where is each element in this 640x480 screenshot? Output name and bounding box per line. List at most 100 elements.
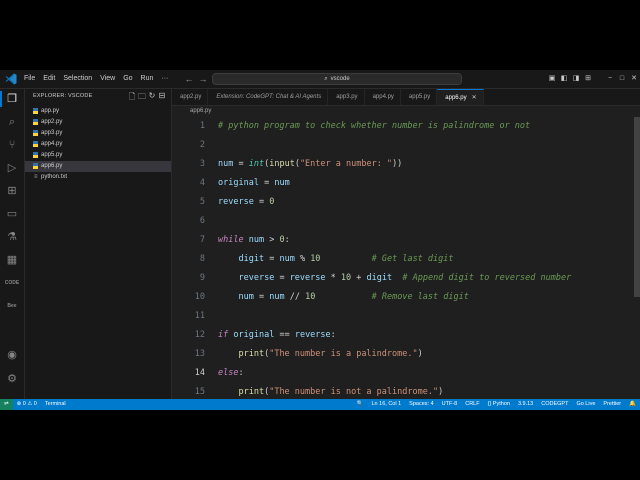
line-ending[interactable]: CRLF xyxy=(461,399,483,410)
toggle-secondary-sidebar-icon[interactable]: ◨ xyxy=(570,70,582,88)
status-bar: ⇌ ⊗ 0 ⚠ 0 Terminal 🔍 Ln 16, Col 1 Spaces… xyxy=(0,399,640,410)
code-line: 14 else: xyxy=(172,364,636,383)
encoding[interactable]: UTF-8 xyxy=(438,399,462,410)
manage-icon[interactable]: ⚙ xyxy=(4,371,20,387)
python-file-icon xyxy=(33,130,38,136)
breadcrumb[interactable]: app6.py xyxy=(190,106,211,116)
code-line: 15 print("The number is not a palindrome… xyxy=(172,383,636,398)
file-item-python-txt[interactable]: ≡ python.txt xyxy=(25,172,171,183)
extensions-icon[interactable]: ⊞ xyxy=(4,183,20,199)
line-number: 15 xyxy=(194,387,205,397)
file-list: app.py app2.py app3.py app4.py app5.py a… xyxy=(25,106,171,183)
problems-indicator[interactable]: ⊗ 0 ⚠ 0 xyxy=(13,399,41,410)
line-number: 10 xyxy=(194,292,205,302)
python-file-icon xyxy=(33,163,38,169)
file-name: app.py xyxy=(41,108,60,114)
menu-run[interactable]: Run xyxy=(137,70,158,88)
customize-layout-icon[interactable]: ⊞ xyxy=(582,70,594,88)
zoom-icon[interactable]: 🔍 xyxy=(353,399,368,410)
codegpt-icon[interactable]: CODE xyxy=(4,275,20,291)
chat-icon[interactable]: Bee xyxy=(4,298,20,314)
back-arrow-icon[interactable]: ← xyxy=(182,70,196,88)
menu-selection[interactable]: Selection xyxy=(59,70,96,88)
code-line: 3 num = int(input("Enter a number: ")) xyxy=(172,155,636,174)
explorer-sidebar: EXPLORER: VSCODE 🗋 🗀 ↻ ⊟ app.py app2.py … xyxy=(25,89,172,399)
file-item-app6-py[interactable]: app6.py xyxy=(25,161,171,172)
forward-arrow-icon[interactable]: → xyxy=(196,70,210,88)
menu-go[interactable]: Go xyxy=(119,70,136,88)
file-item-app-py[interactable]: app.py xyxy=(25,106,171,117)
file-item-app5-py[interactable]: app5.py xyxy=(25,150,171,161)
line-number: 3 xyxy=(199,159,205,169)
python-file-icon xyxy=(33,119,38,125)
tab-label: app6.py xyxy=(445,95,467,101)
close-tab-icon[interactable]: ✕ xyxy=(472,95,477,101)
menu-edit[interactable]: Edit xyxy=(39,70,59,88)
tab-label: app3.py xyxy=(336,94,358,100)
collapse-all-icon[interactable]: ⊟ xyxy=(157,91,167,105)
docker-icon[interactable]: ▦ xyxy=(4,252,20,268)
code-text: digit = num % 10 # Get last digit xyxy=(238,254,454,264)
minimize-icon[interactable]: − xyxy=(604,70,616,88)
tab-extension-codegpt[interactable]: Extension: CodeGPT: Chat & AI Agents xyxy=(208,89,329,105)
menu-file[interactable]: File xyxy=(20,70,39,88)
editor-scrollbar[interactable] xyxy=(634,117,640,297)
cursor-position[interactable]: Ln 16, Col 1 xyxy=(368,399,406,410)
tab-app6[interactable]: app6.py ✕ xyxy=(437,89,484,105)
menu-bar: File Edit Selection View Go Run ··· xyxy=(20,70,172,88)
tab-app5[interactable]: app5.py xyxy=(401,89,438,105)
command-center-search[interactable]: ⌕ vscode xyxy=(212,73,462,85)
line-number: 14 xyxy=(194,368,205,378)
terminal-button[interactable]: Terminal xyxy=(41,399,70,410)
activity-bar: ❐ ⌕ ⑂ ▷ ⊞ ▭ ⚗ ▦ CODE Bee ◉ ⚙ xyxy=(0,89,25,399)
code-line: 4 original = num xyxy=(172,174,636,193)
status-left: ⇌ ⊗ 0 ⚠ 0 Terminal xyxy=(0,399,70,410)
code-line: 13 print("The number is a palindrome.") xyxy=(172,345,636,364)
status-right: 🔍 Ln 16, Col 1 Spaces: 4 UTF-8 CRLF {} P… xyxy=(353,399,640,410)
editor-tabs: app2.py Extension: CodeGPT: Chat & AI Ag… xyxy=(172,89,640,106)
code-text: if original == reverse: xyxy=(218,330,336,340)
accounts-icon[interactable]: ◉ xyxy=(4,347,20,363)
tab-label: Extension: CodeGPT: Chat & AI Agents xyxy=(216,94,322,100)
codegpt-status[interactable]: CODEGPT xyxy=(537,399,572,410)
remote-indicator[interactable]: ⇌ xyxy=(0,399,13,410)
code-line: 12 if original == reverse: xyxy=(172,326,636,345)
maximize-icon[interactable]: □ xyxy=(616,70,628,88)
toggle-sidebar-icon[interactable]: ◧ xyxy=(558,70,570,88)
code-line: 1 # python program to check whether numbe… xyxy=(172,117,636,136)
line-number: 13 xyxy=(194,349,205,359)
tab-app2[interactable]: app2.py xyxy=(172,89,209,105)
testing-icon[interactable]: ⚗ xyxy=(4,229,20,245)
menu-view[interactable]: View xyxy=(96,70,119,88)
source-control-icon[interactable]: ⑂ xyxy=(4,137,20,153)
python-version[interactable]: 3.9.13 xyxy=(514,399,537,410)
menu-more[interactable]: ··· xyxy=(157,70,172,88)
code-editor[interactable]: 1 # python program to check whether numbe… xyxy=(172,117,636,398)
file-item-app4-py[interactable]: app4.py xyxy=(25,139,171,150)
go-live-button[interactable]: Go Live xyxy=(572,399,599,410)
new-folder-icon[interactable]: 🗀 xyxy=(137,91,147,105)
prettier-status[interactable]: Prettier xyxy=(599,399,625,410)
new-file-icon[interactable]: 🗋 xyxy=(127,91,137,105)
python-file-icon xyxy=(33,152,38,158)
run-debug-icon[interactable]: ▷ xyxy=(4,160,20,176)
search-icon[interactable]: ⌕ xyxy=(4,114,20,130)
indentation[interactable]: Spaces: 4 xyxy=(405,399,437,410)
code-text: reverse = reverse * 10 + digit # Append … xyxy=(238,273,572,283)
line-number: 8 xyxy=(199,254,205,264)
explorer-icon[interactable]: ❐ xyxy=(0,91,20,107)
close-icon[interactable]: ✕ xyxy=(628,70,640,88)
notifications-bell-icon[interactable]: 🔔 xyxy=(625,399,640,410)
remote-explorer-icon[interactable]: ▭ xyxy=(4,206,20,222)
refresh-icon[interactable]: ↻ xyxy=(147,91,157,105)
toggle-panel-icon[interactable]: ▣ xyxy=(546,70,558,88)
tab-app3[interactable]: app3.py xyxy=(328,89,365,105)
line-number: 11 xyxy=(194,311,205,321)
line-number: 9 xyxy=(199,273,205,283)
file-item-app2-py[interactable]: app2.py xyxy=(25,117,171,128)
tab-app4[interactable]: app4.py xyxy=(365,89,401,105)
language-mode[interactable]: {} Python xyxy=(484,399,514,410)
file-name: app3.py xyxy=(41,130,63,136)
file-item-app3-py[interactable]: app3.py xyxy=(25,128,171,139)
line-number: 5 xyxy=(199,197,205,207)
